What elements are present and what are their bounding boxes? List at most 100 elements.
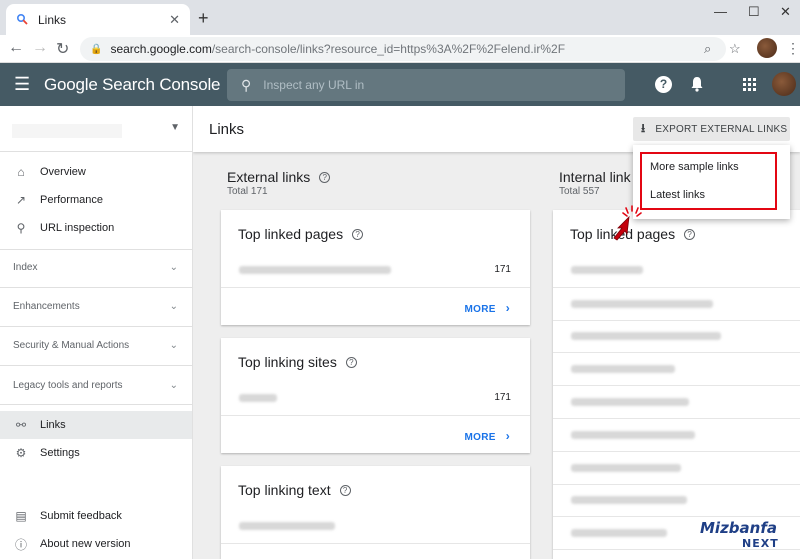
redacted-internal-url[interactable] bbox=[571, 529, 667, 537]
forward-icon[interactable]: → bbox=[32, 39, 48, 57]
help-icon[interactable]: ? bbox=[684, 229, 696, 240]
browser-profile-avatar[interactable] bbox=[757, 38, 777, 58]
internal-links-total: Total 557 bbox=[559, 186, 600, 197]
sidebar-item-settings[interactable]: ⚙ Settings bbox=[0, 439, 192, 467]
card-title-text: Top linking text bbox=[238, 482, 331, 498]
card-title: Top linking text? bbox=[238, 482, 351, 498]
window-close-icon[interactable]: ✕ bbox=[780, 4, 791, 20]
redacted-internal-url[interactable] bbox=[571, 431, 695, 439]
section-label: Enhancements bbox=[13, 300, 80, 312]
minimize-icon[interactable]: — bbox=[714, 4, 727, 19]
sidebar-item-label: Submit feedback bbox=[40, 510, 122, 522]
help-icon[interactable]: ? bbox=[339, 485, 351, 496]
product-name: Google Search Console bbox=[44, 75, 221, 94]
more-label: MORE bbox=[464, 304, 496, 315]
card-divider bbox=[553, 418, 800, 419]
internal-top-linked-pages-card: Top linked pages? bbox=[553, 210, 800, 559]
link-count: 171 bbox=[494, 264, 511, 275]
sidebar-item-feedback[interactable]: ▤ Submit feedback bbox=[0, 502, 192, 530]
back-icon[interactable]: ← bbox=[8, 39, 24, 57]
inspect-url-input[interactable] bbox=[263, 78, 594, 92]
help-icon[interactable]: ? bbox=[319, 172, 331, 183]
lock-icon: 🔒 bbox=[90, 43, 103, 55]
watermark-logo: Mizbanfa NEXT bbox=[700, 519, 792, 553]
redacted-internal-url[interactable] bbox=[571, 365, 675, 373]
sidebar-item-links[interactable]: ⚯ Links bbox=[0, 411, 192, 439]
help-icon[interactable]: ? bbox=[352, 229, 364, 240]
address-bar[interactable]: 🔒 search.google.com/search-console/links… bbox=[80, 37, 726, 61]
chevron-down-icon: ⌄ bbox=[169, 261, 178, 273]
sidebar-item-label: Settings bbox=[40, 447, 80, 459]
help-icon[interactable]: ? bbox=[655, 76, 672, 93]
property-name-redacted bbox=[12, 124, 122, 138]
sidebar-item-url-inspection[interactable]: ⚲ URL inspection bbox=[0, 214, 192, 242]
more-button[interactable]: MORE › bbox=[465, 429, 511, 443]
property-selector[interactable]: ▼ bbox=[12, 120, 184, 144]
account-avatar[interactable] bbox=[772, 72, 796, 96]
card-divider bbox=[553, 484, 800, 485]
sidebar-item-overview[interactable]: ⌂ Overview bbox=[0, 158, 192, 186]
card-divider bbox=[221, 415, 530, 416]
sidebar-section-legacy[interactable]: Legacy tools and reports ⌄ bbox=[0, 370, 192, 400]
card-title-text: Top linking sites bbox=[238, 354, 337, 370]
redacted-internal-url[interactable] bbox=[571, 464, 681, 472]
more-button[interactable]: MORE › bbox=[465, 301, 511, 315]
sidebar-item-label: Overview bbox=[40, 166, 86, 178]
top-linked-pages-card: Top linked pages? 171 MORE › bbox=[221, 210, 530, 325]
redacted-internal-url[interactable] bbox=[571, 496, 687, 504]
chevron-right-icon: › bbox=[505, 429, 510, 443]
bookmark-star-icon[interactable]: ☆ bbox=[729, 41, 741, 57]
reload-icon[interactable]: ↻ bbox=[56, 39, 69, 59]
feedback-icon: ▤ bbox=[15, 509, 27, 523]
url-inspect-search[interactable]: ⚲ bbox=[227, 69, 625, 101]
card-divider bbox=[553, 320, 800, 321]
menu-item-latest-links[interactable]: Latest links bbox=[650, 189, 705, 201]
link-count: 171 bbox=[494, 392, 511, 403]
redacted-internal-url[interactable] bbox=[571, 332, 721, 340]
url-path: /search-console/links?resource_id=https%… bbox=[211, 42, 566, 56]
redacted-anchor-text[interactable] bbox=[239, 522, 335, 530]
tab-close-icon[interactable]: ✕ bbox=[169, 12, 180, 28]
export-external-links-button[interactable]: ⭳ EXPORT EXTERNAL LINKS bbox=[633, 117, 790, 141]
zoom-icon[interactable]: ⌕ bbox=[704, 41, 711, 57]
sidebar-item-performance[interactable]: ↗ Performance bbox=[0, 186, 192, 214]
apps-grid-icon[interactable] bbox=[743, 78, 756, 91]
redacted-page-url[interactable] bbox=[239, 266, 391, 274]
redacted-internal-url[interactable] bbox=[571, 300, 713, 308]
new-tab-icon[interactable]: + bbox=[198, 8, 209, 29]
card-title-text: Top linked pages bbox=[238, 226, 344, 242]
maximize-icon[interactable]: ☐ bbox=[748, 4, 760, 20]
chevron-down-icon: ⌄ bbox=[169, 339, 178, 351]
chevron-down-icon: ⌄ bbox=[169, 379, 178, 391]
sidebar-section-security[interactable]: Security & Manual Actions ⌄ bbox=[0, 330, 192, 360]
section-label: Legacy tools and reports bbox=[13, 379, 123, 391]
redacted-site-name[interactable] bbox=[239, 394, 277, 402]
sidebar-item-label: Links bbox=[40, 419, 66, 431]
card-divider bbox=[221, 543, 530, 544]
browser-tab[interactable]: Links ✕ bbox=[6, 4, 190, 35]
menu-item-more-sample-links[interactable]: More sample links bbox=[650, 161, 739, 173]
external-links-heading: External links bbox=[227, 169, 311, 185]
chevron-right-icon: › bbox=[505, 301, 510, 315]
hamburger-menu-icon[interactable]: ☰ bbox=[14, 75, 30, 93]
info-icon: ⓘ bbox=[14, 537, 27, 552]
sidebar-item-label: URL inspection bbox=[40, 222, 115, 234]
external-links-total: Total 171 bbox=[227, 186, 268, 197]
search-icon: ⚲ bbox=[241, 76, 252, 93]
page-title: Links bbox=[209, 121, 245, 138]
card-divider bbox=[553, 385, 800, 386]
sidebar-section-index[interactable]: Index ⌄ bbox=[0, 252, 192, 282]
sidebar-item-about[interactable]: ⓘ About new version bbox=[0, 530, 192, 558]
search-console-favicon-icon bbox=[16, 13, 28, 25]
top-linking-sites-card: Top linking sites? 171 MORE › bbox=[221, 338, 530, 453]
card-divider bbox=[553, 352, 800, 353]
bell-icon[interactable] bbox=[690, 76, 704, 92]
browser-menu-icon[interactable]: ⋮ bbox=[786, 40, 800, 57]
sidebar-item-label: About new version bbox=[40, 538, 131, 550]
redacted-internal-url[interactable] bbox=[571, 398, 689, 406]
redacted-internal-url[interactable] bbox=[571, 266, 643, 274]
sidebar-section-enhancements[interactable]: Enhancements ⌄ bbox=[0, 291, 192, 321]
url-host: search.google.com bbox=[110, 42, 212, 56]
export-label: EXPORT EXTERNAL LINKS bbox=[655, 123, 788, 135]
help-icon[interactable]: ? bbox=[345, 357, 357, 368]
